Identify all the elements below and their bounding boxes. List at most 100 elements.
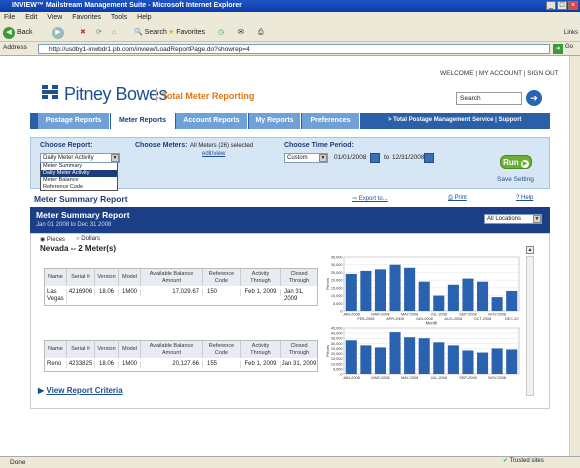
menu-favorites[interactable]: Favorites [72, 14, 101, 21]
column-header: Closed Through [281, 269, 317, 286]
report-option-daily-meter-activity[interactable]: Daily Meter Activity [40, 170, 118, 177]
radio-empty-icon: ○ [76, 236, 80, 242]
table-cell: 1M00 [119, 289, 141, 296]
status-text: Done [10, 459, 26, 466]
search-go-icon[interactable]: ➔ [526, 90, 542, 106]
y-tick-label: 15,000 [331, 357, 343, 361]
menu-help[interactable]: Help [137, 14, 151, 21]
x-tick-label: OCT-2008 [474, 317, 492, 321]
chevron-down-icon[interactable]: ▼ [111, 154, 119, 162]
search-button[interactable]: 🔍 Search [134, 27, 167, 39]
bar [374, 269, 386, 311]
export-icon: ⇒ [352, 196, 358, 202]
help-link[interactable]: ? Help [516, 195, 533, 201]
report-select[interactable]: Daily Meter Activity [40, 153, 120, 163]
menu-edit[interactable]: Edit [25, 14, 37, 21]
scroll-up-icon[interactable]: ▲ [526, 246, 534, 254]
bar [433, 295, 445, 311]
table-cell: Jan 31, 2009 [284, 289, 304, 302]
status-bar: Done [0, 456, 580, 468]
date-from-field[interactable]: 01/01/2008 [334, 154, 367, 161]
table-cell: 155 [203, 361, 241, 368]
report-option-meter-balance[interactable]: Meter Balance [40, 177, 118, 184]
date-to-field[interactable]: 12/31/2008 [392, 154, 425, 161]
print-toolbar-icon[interactable]: ⎙ [258, 27, 264, 39]
links-label[interactable]: Links [564, 27, 578, 39]
bar [360, 345, 372, 374]
column-header: Closed Through [281, 341, 317, 358]
tab-my-reports[interactable]: My Reports [249, 113, 301, 129]
top-nav[interactable]: WELCOME | MY ACCOUNT | SIGN OUT [440, 70, 559, 77]
stop-icon[interactable]: ✖ [80, 27, 86, 39]
minimize-button[interactable]: _ [546, 1, 556, 10]
column-header: Model [119, 269, 141, 286]
bar [389, 332, 401, 374]
page-scrollbar[interactable] [569, 56, 580, 456]
run-button[interactable]: Run ▶ [500, 155, 532, 169]
calendar-icon[interactable] [424, 153, 434, 163]
location-chevron-down-icon[interactable]: ▼ [533, 215, 541, 223]
brand-subtitle: Total Meter Reporting [162, 91, 255, 101]
bar [506, 349, 518, 374]
mail-icon[interactable]: ✉ [238, 27, 244, 39]
y-tick-label: 45,000 [331, 327, 343, 331]
menu-file[interactable]: File [4, 14, 15, 21]
search-icon: 🔍 [134, 29, 143, 36]
column-header: Model [119, 341, 141, 358]
meter-table-1: Name Serial # Version Model Available Ba… [44, 268, 318, 306]
forward-button[interactable]: ▶ [52, 27, 64, 39]
bar [404, 337, 416, 374]
period-chevron-down-icon[interactable]: ▼ [319, 154, 327, 162]
go-label[interactable]: Go [565, 44, 573, 50]
report-option-meter-summary[interactable]: Meter Summary [40, 163, 118, 170]
y-tick-label: 20,000 [331, 352, 343, 356]
tab-preferences[interactable]: Preferences [302, 113, 360, 129]
favorites-button[interactable]: ★ Favorites [168, 27, 205, 39]
close-button[interactable]: × [568, 1, 578, 10]
address-input[interactable]: http://usdby1-inwbdr1.pb.com/inview/Load… [38, 44, 550, 54]
column-header: Available Balance Amount [141, 341, 203, 358]
tab-meter-reports[interactable]: Meter Reports [111, 113, 175, 129]
check-icon: ✔ [503, 458, 509, 464]
table-cell: 1M00 [119, 361, 141, 368]
tab-postage-reports[interactable]: Postage Reports [38, 113, 110, 129]
bar [491, 297, 503, 311]
history-icon[interactable]: ◷ [218, 27, 224, 39]
calendar-icon[interactable] [370, 153, 380, 163]
print-link[interactable]: ⎙ Print [448, 195, 467, 202]
export-link[interactable]: ⇒ Export to... [352, 195, 388, 202]
bar-chart-1: 35,000 30,000 25,000 20,000 15,000 10,000 5,00… [324, 254, 522, 328]
radio-pieces[interactable]: ◉ Pieces [40, 236, 65, 243]
view-criteria-link[interactable]: ▶ View Report Criteria [38, 386, 123, 395]
menu-view[interactable]: View [47, 14, 62, 21]
save-setting-link[interactable]: Save Setting [497, 176, 534, 183]
search-input[interactable]: Search [456, 92, 522, 105]
bar [462, 278, 474, 311]
radio-dollars[interactable]: ○ Dollars [76, 236, 100, 242]
report-title: Meter Summary Report [36, 210, 130, 220]
y-tick-label: 20,000 [331, 279, 343, 283]
menu-tools[interactable]: Tools [111, 14, 127, 21]
report-scrollbar[interactable] [526, 256, 534, 396]
y-axis-label: Pieces [325, 345, 330, 357]
bar [418, 281, 430, 311]
column-header: Serial # [67, 341, 95, 358]
choose-report-label: Choose Report: [40, 142, 93, 149]
bar [447, 284, 459, 311]
column-header: Activity Through [241, 269, 281, 286]
x-tick-label: APR-2008 [386, 317, 404, 321]
go-arrow-icon[interactable]: ➔ [553, 44, 563, 54]
table-cell: 18.06 [95, 289, 119, 296]
maximize-button[interactable]: □ [557, 1, 567, 10]
x-tick-label: JUL-2008 [431, 376, 447, 380]
meters-edit-link[interactable]: edit/view [202, 151, 225, 157]
nav-right-links[interactable]: > Total Postage Management Service | Sup… [388, 117, 521, 123]
play-icon: ▶ [520, 160, 529, 168]
pitney-bowes-logo-icon [42, 85, 58, 99]
report-option-reference-code[interactable]: Reference Code [40, 184, 118, 191]
refresh-icon[interactable]: ⟳ [96, 27, 102, 39]
table-cell: 20,127.66 [141, 361, 203, 368]
home-icon[interactable]: ⌂ [112, 27, 116, 39]
back-button[interactable]: ◀ Back [3, 27, 33, 39]
tab-account-reports[interactable]: Account Reports [176, 113, 248, 129]
